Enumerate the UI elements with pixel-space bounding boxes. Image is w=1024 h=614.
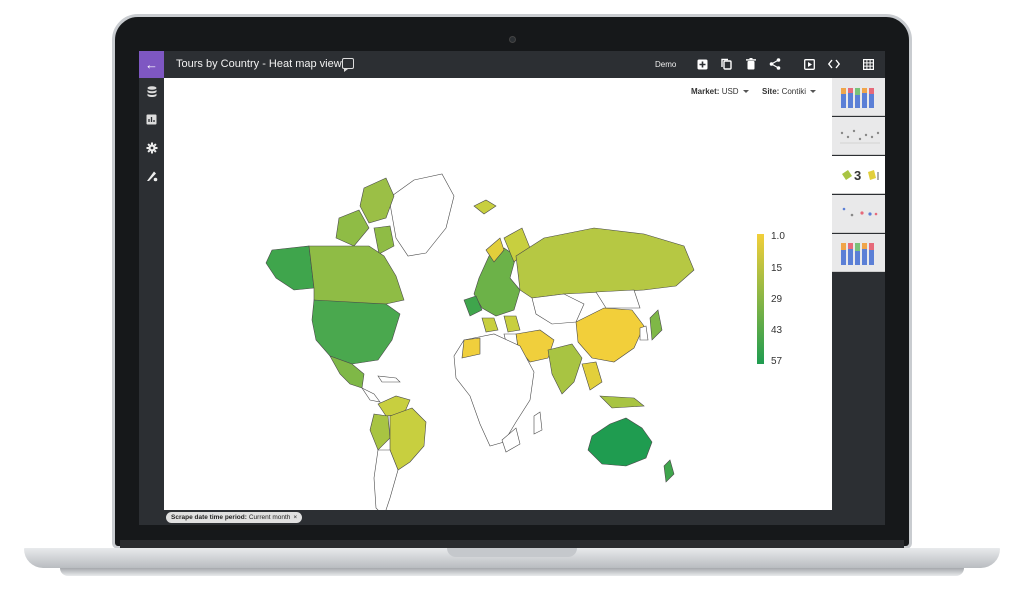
- camera-icon: [509, 36, 516, 43]
- map-region: [481, 317, 499, 333]
- color-legend: 1.0 15 29 43 57: [757, 231, 785, 367]
- map-region: [361, 387, 381, 403]
- map-region: [359, 177, 395, 224]
- dots-icon: [842, 207, 878, 217]
- back-button[interactable]: ←: [139, 51, 164, 78]
- map-region: [599, 395, 645, 409]
- stacked-bar-icon: [841, 88, 874, 108]
- thumbnail-map[interactable]: 3: [832, 156, 885, 194]
- map-thumbnail-icon: 3: [842, 168, 879, 183]
- add-box-icon: [697, 59, 707, 69]
- map-region: [311, 299, 401, 365]
- code-button[interactable]: [827, 57, 841, 71]
- thumbnail-dots[interactable]: [832, 195, 885, 233]
- map-region: [515, 227, 695, 299]
- map-region: [531, 293, 585, 325]
- arrow-left-icon: ←: [145, 57, 158, 72]
- laptop-foot: [60, 568, 964, 576]
- thumbnail-scatter[interactable]: [832, 117, 885, 155]
- share-icon: [769, 58, 781, 70]
- stacked-bar-icon: [841, 243, 874, 265]
- map-region: [369, 413, 391, 451]
- map-region: [373, 225, 395, 255]
- code-icon: [828, 59, 840, 69]
- top-bar: ← Tours by Country - Heat map view Demo: [139, 51, 885, 78]
- chart-button[interactable]: [144, 112, 159, 127]
- map-region: [388, 173, 455, 257]
- grid-button[interactable]: [861, 57, 875, 71]
- map-region: [473, 199, 497, 215]
- map-region: [335, 209, 370, 247]
- map-region: [581, 361, 603, 391]
- scatter-icon: [840, 129, 880, 144]
- map-region: [547, 343, 583, 395]
- map-region: [389, 407, 427, 471]
- main-content: Market: USD Site: Contiki 1.0 15 29 43 5…: [164, 78, 832, 510]
- legend-tick-label: 57: [771, 356, 783, 367]
- bar-chart-icon: [146, 114, 157, 125]
- laptop-hinge: [120, 540, 904, 548]
- comment-icon[interactable]: [342, 58, 354, 72]
- left-sidebar: [139, 78, 164, 525]
- thumbnail-map-label: 3: [854, 168, 861, 183]
- close-icon[interactable]: ×: [293, 514, 297, 521]
- map-region: [595, 289, 641, 309]
- legend-tick-label: 1.0: [771, 231, 785, 242]
- world-heat-map[interactable]: [164, 78, 832, 510]
- play-box-icon: [803, 58, 815, 70]
- bottom-bar: Scrape date time period: Current month ×: [139, 510, 885, 525]
- legend-gradient-bar: [757, 234, 764, 364]
- copy-button[interactable]: [719, 57, 733, 71]
- database-icon: [147, 85, 156, 97]
- thumbnail-panel: 3: [832, 78, 885, 510]
- legend-tick-label: 43: [771, 325, 783, 336]
- delete-button[interactable]: [744, 57, 758, 71]
- map-region: [587, 417, 653, 467]
- page-title: Tours by Country - Heat map view: [176, 58, 342, 70]
- env-label[interactable]: Demo: [655, 60, 676, 69]
- map-region: [639, 325, 649, 341]
- present-button[interactable]: [802, 57, 816, 71]
- filter-chip-label: Scrape date time period:: [171, 514, 247, 521]
- map-region: [503, 315, 521, 333]
- laptop-notch: [447, 548, 577, 557]
- map-region: [308, 245, 405, 307]
- map-region: [575, 307, 645, 363]
- legend-tick-label: 29: [771, 294, 783, 305]
- thumbnail-stacked-bar[interactable]: [832, 78, 885, 116]
- filter-chip-value: Current month: [248, 514, 291, 521]
- trash-icon: [746, 58, 756, 70]
- map-region: [533, 411, 543, 435]
- share-button[interactable]: [768, 57, 782, 71]
- data-source-button[interactable]: [144, 84, 159, 99]
- map-region: [663, 459, 675, 483]
- thumbnail-stacked-bar[interactable]: [832, 234, 885, 272]
- app-screen: ← Tours by Country - Heat map view Demo: [139, 51, 885, 525]
- paint-icon: [146, 171, 157, 181]
- copy-icon: [720, 58, 732, 70]
- map-region: [649, 309, 663, 341]
- settings-button[interactable]: [144, 140, 159, 155]
- style-button[interactable]: [144, 168, 159, 183]
- map-region: [265, 245, 315, 291]
- filter-chip[interactable]: Scrape date time period: Current month ×: [166, 512, 303, 523]
- gear-icon: [146, 142, 157, 153]
- legend-tick-label: 15: [771, 263, 783, 274]
- map-region: [377, 375, 401, 383]
- grid-icon: [862, 58, 874, 70]
- add-button[interactable]: [695, 57, 709, 71]
